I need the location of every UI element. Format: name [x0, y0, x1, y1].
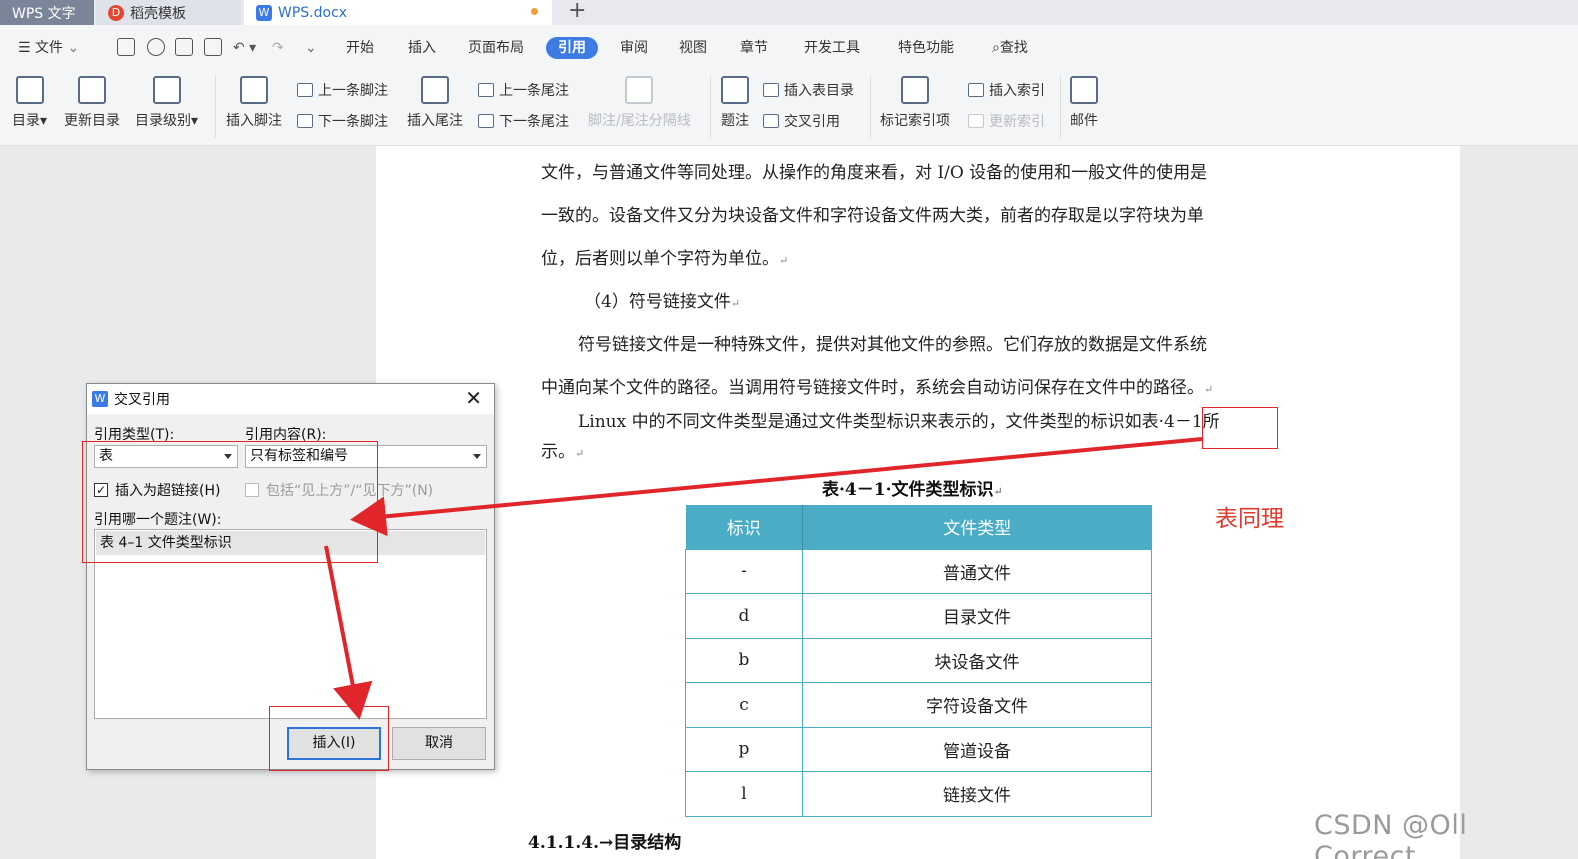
arrow-to-dialog: [350, 437, 1203, 537]
arrow-to-insert: [324, 545, 373, 720]
annotation-arrows: [324, 437, 1203, 720]
wps-window: WPS 文字 D 稻壳模板 W WPS.docx + ☰ 文件 ⌄ ↶ ▾ ↷ ⌄ …: [0, 0, 1578, 859]
